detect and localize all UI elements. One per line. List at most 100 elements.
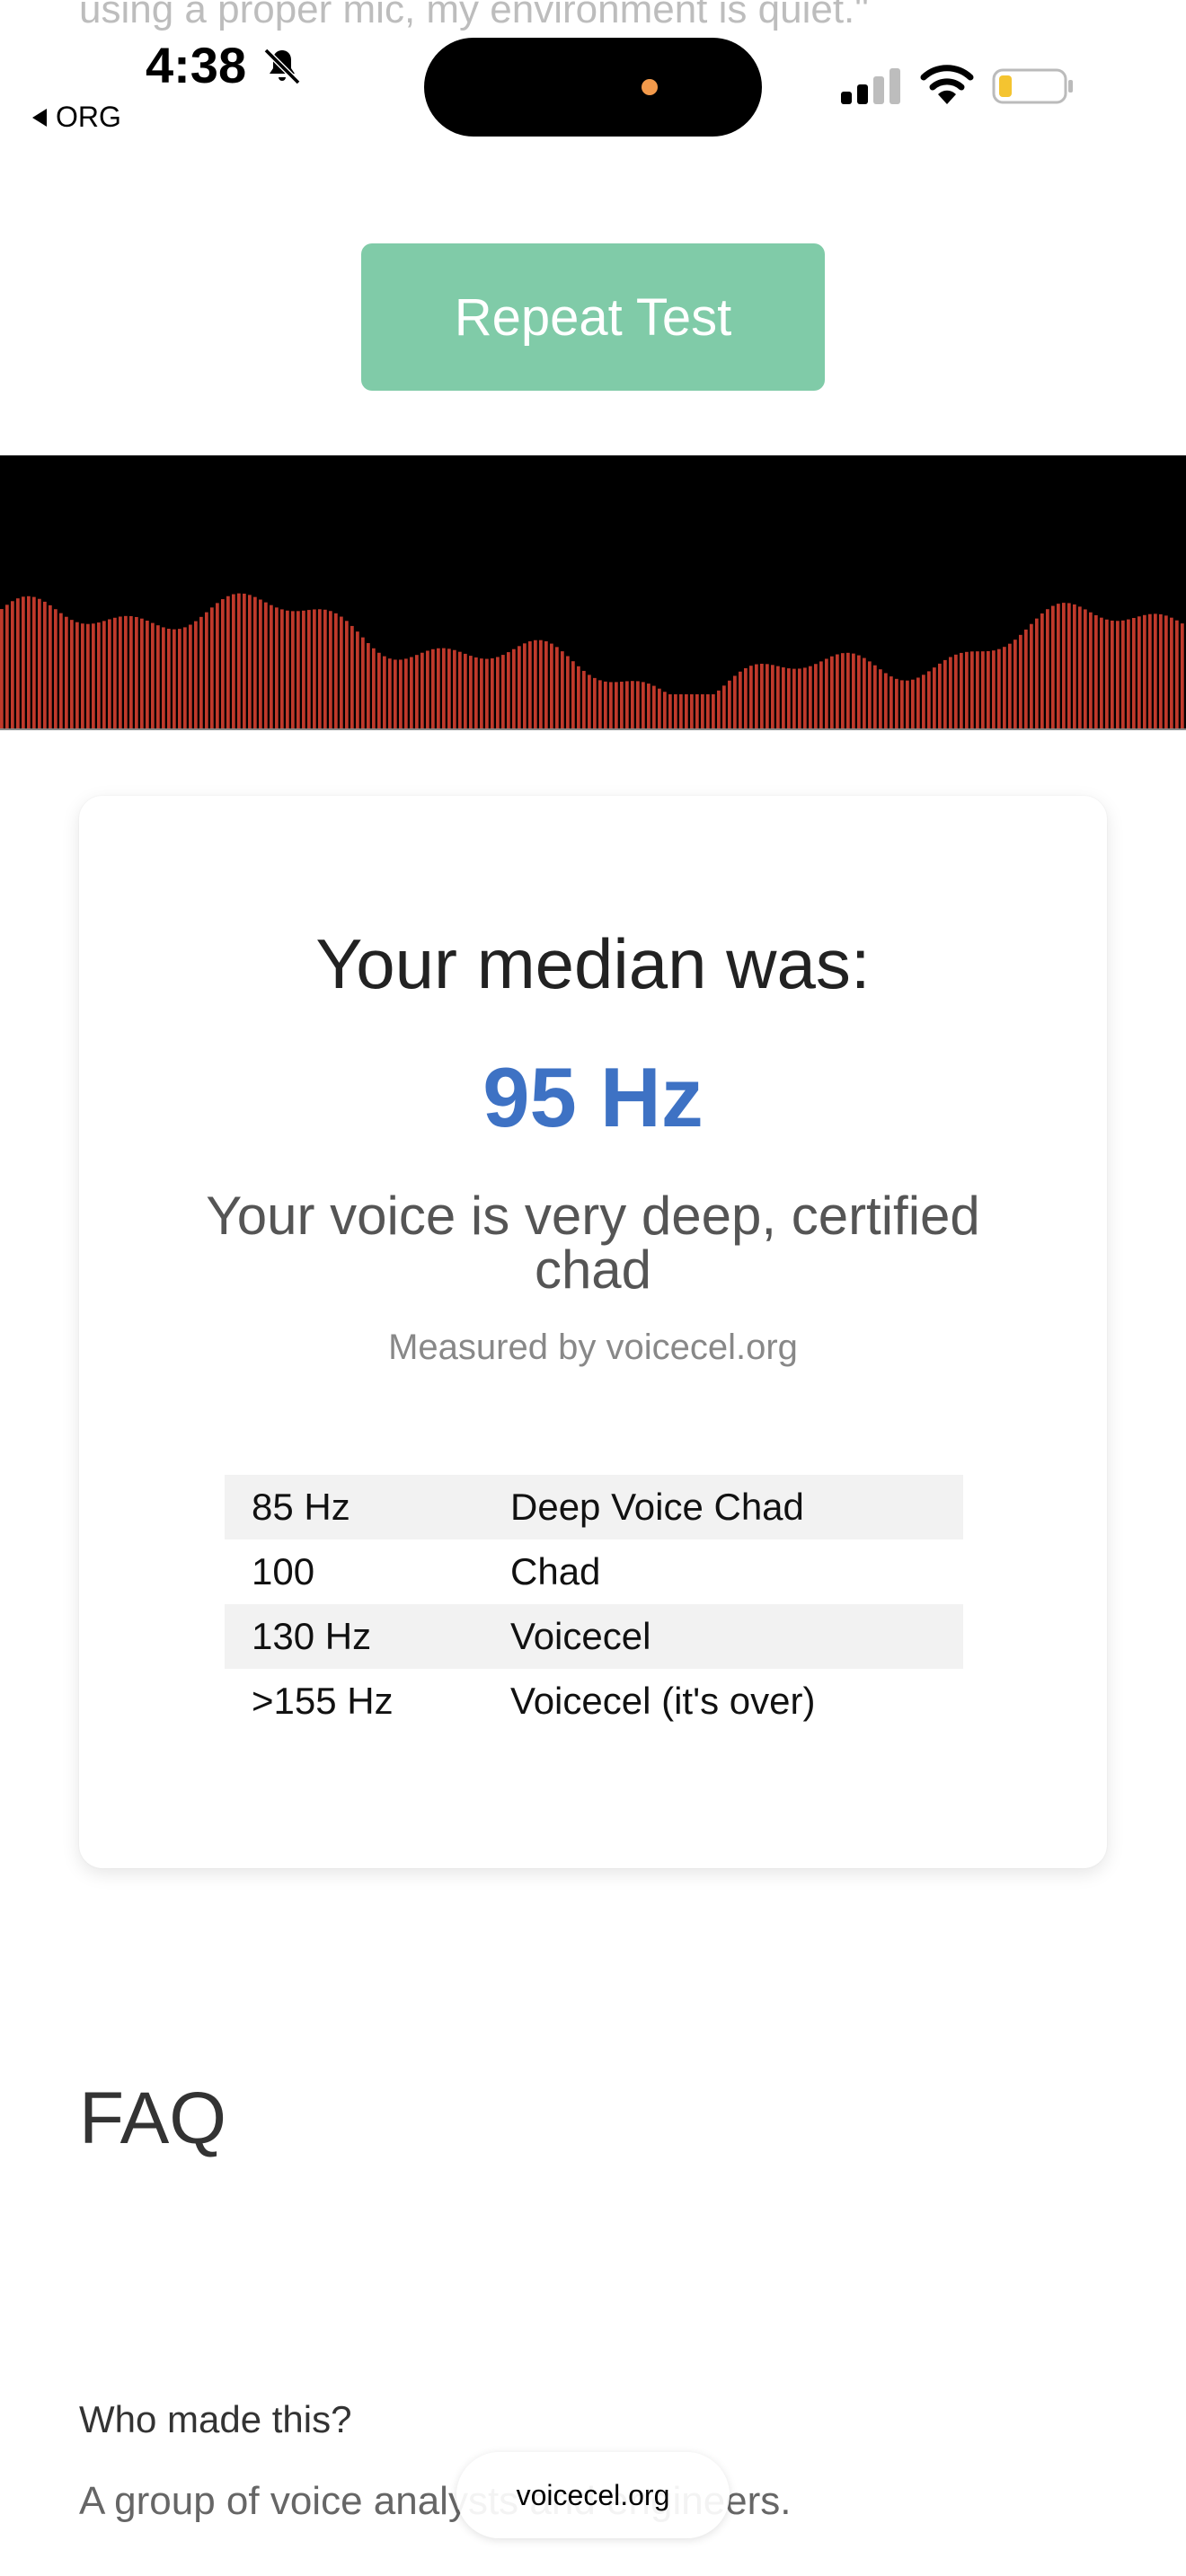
visualizer-bar — [819, 661, 823, 730]
visualizer-bar — [22, 596, 25, 730]
visualizer-bar — [1105, 619, 1109, 730]
verdict-text: Your voice is very deep, certified chad — [206, 1186, 980, 1300]
visualizer-bar — [0, 609, 4, 730]
repeat-test-button[interactable]: Repeat Test — [361, 243, 825, 391]
label-cell: Deep Voice Chad — [510, 1486, 804, 1528]
visualizer-bar — [792, 668, 796, 730]
visualizer-bar — [987, 650, 990, 730]
visualizer-bar — [814, 664, 818, 730]
visualizer-bar — [857, 655, 861, 730]
visualizer-bar — [221, 599, 225, 730]
visualizer-bar — [1137, 616, 1141, 730]
visualizer-bar — [722, 685, 726, 730]
visualizer-bar — [642, 682, 645, 730]
visualizer-bar — [798, 668, 801, 730]
visualizer-bar — [658, 688, 661, 730]
visualizer-baseline — [0, 728, 1186, 730]
visualizer-bar — [787, 668, 791, 730]
bell-slash-icon — [263, 48, 301, 85]
visualizer-bar — [1143, 614, 1146, 730]
visualizer-bar — [431, 648, 435, 730]
visualizer-bar — [367, 642, 370, 730]
range-cell: 130 Hz — [252, 1615, 372, 1657]
status-time: 4:38 — [146, 37, 247, 93]
visualizer-bar — [846, 652, 850, 730]
visualizer-bar — [588, 675, 591, 730]
visualizer-bar — [237, 593, 241, 730]
visualizer-bar — [577, 666, 580, 730]
visualizer-bar — [399, 659, 403, 730]
visualizer-bar — [712, 694, 715, 730]
visualizer-bar — [210, 607, 214, 730]
visualizer-bar — [604, 681, 607, 730]
back-arrow-icon — [32, 108, 47, 127]
visualizer-bar — [890, 676, 893, 730]
visualizer-bar — [1051, 605, 1055, 730]
visualizer-bar — [119, 616, 122, 730]
visualizer-bar — [992, 650, 996, 730]
visualizer-bar — [997, 648, 1001, 730]
visualizer-bar — [420, 652, 424, 730]
visualizer-bar — [280, 609, 284, 730]
result-card: Your median was: 95 Hz Your voice is ver… — [79, 796, 1107, 1868]
visualizer-bar — [243, 593, 246, 730]
visualizer-bar — [183, 627, 187, 730]
visualizer-bar — [960, 652, 963, 730]
visualizer-bar — [1073, 604, 1076, 730]
visualizer-bar — [620, 681, 624, 730]
visualizer-bar — [733, 675, 737, 730]
visualizer-bar — [803, 667, 807, 730]
visualizer-bar — [1094, 614, 1098, 730]
visualizer-bar — [329, 611, 332, 730]
median-value: 95 Hz — [482, 1050, 704, 1144]
back-label: ORG — [56, 101, 121, 133]
visualizer-bar — [32, 596, 36, 730]
visualizer-bar — [771, 665, 774, 730]
visualizer-bar — [1159, 613, 1163, 730]
visualizer-bar — [1062, 603, 1066, 730]
visualizer-bar — [286, 610, 289, 730]
median-label: Your median was: — [315, 924, 871, 1003]
visualizer-bar — [1067, 603, 1071, 730]
visualizer-bar — [1003, 647, 1006, 730]
visualizer-bar — [469, 656, 473, 730]
visualizer-bar — [313, 609, 316, 730]
visualizer-bar — [43, 601, 47, 730]
visualizer-bar — [394, 659, 397, 730]
visualizer-bar — [27, 595, 31, 730]
visualizer-bar — [836, 654, 839, 730]
visualizer-bar — [809, 666, 812, 730]
dynamic-island — [424, 38, 762, 137]
range-cell: 100 — [252, 1550, 315, 1592]
visualizer-bar — [1024, 629, 1028, 730]
mic-indicator-dot — [642, 79, 658, 95]
table-row: 85 Hz Deep Voice Chad — [225, 1475, 963, 1539]
visualizer-bar — [512, 648, 516, 730]
browser-url-pill[interactable]: voicecel.org — [456, 2452, 730, 2538]
visualizer-bar — [873, 665, 877, 730]
visualizer-bar — [561, 651, 564, 730]
visualizer-bar — [706, 694, 710, 730]
visualizer-bar — [113, 617, 117, 730]
back-to-app-link[interactable]: ORG — [32, 101, 121, 134]
visualizer-bar — [318, 609, 322, 730]
visualizer-bar — [102, 621, 106, 730]
visualizer-bar — [841, 653, 845, 730]
visualizer-bar — [663, 692, 667, 730]
visualizer-bar — [474, 657, 478, 730]
visualizer-bar — [539, 640, 543, 730]
visualizer-bar — [5, 604, 9, 730]
faded-intro-line: using a proper mic, my environment is qu… — [79, 0, 869, 31]
visualizer-bar — [636, 681, 640, 730]
visualizer-bar — [464, 653, 467, 730]
range-cell: >155 Hz — [252, 1680, 394, 1722]
visualizer-bar — [927, 671, 931, 730]
visualizer-bar — [900, 680, 904, 730]
visualizer-bar — [749, 666, 753, 730]
visualizer-bar — [205, 612, 208, 730]
visualizer-bar — [668, 694, 672, 730]
visualizer-bar — [690, 694, 694, 730]
visualizer-bar — [270, 604, 273, 730]
visualizer-bar — [65, 616, 68, 730]
visualizer-bar — [49, 604, 52, 730]
